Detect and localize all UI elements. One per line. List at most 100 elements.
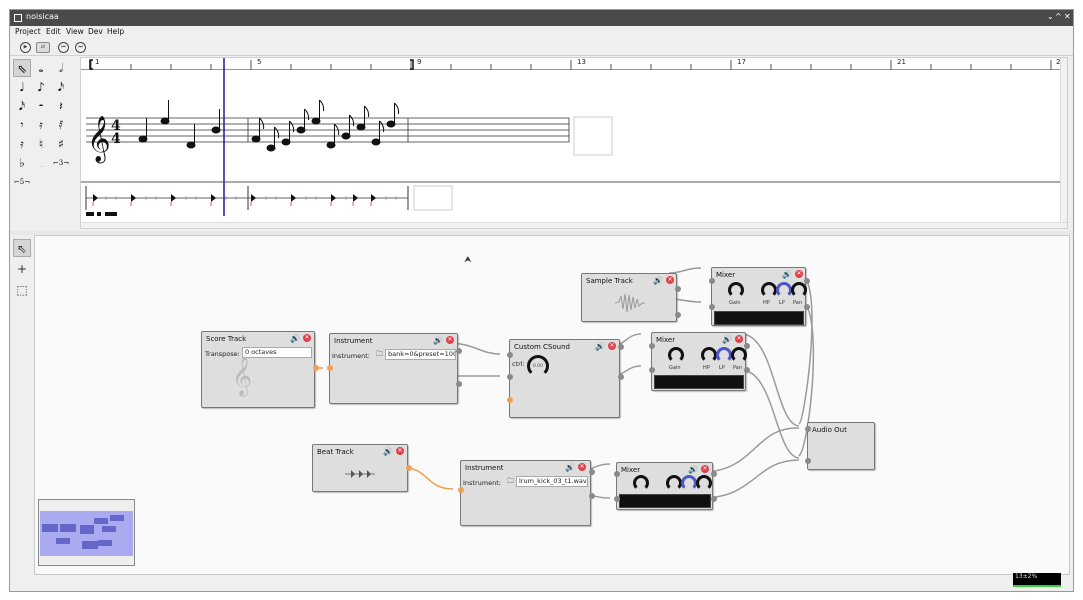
output-port[interactable] — [589, 493, 595, 499]
close-icon[interactable]: ✕ — [446, 336, 454, 344]
input-port[interactable] — [709, 278, 715, 284]
half-rest-tool[interactable]: 𝄽 — [52, 97, 70, 115]
ctrl-knob[interactable]: 0.00 — [527, 355, 549, 377]
whole-note-tool[interactable]: 𝅝 — [32, 59, 50, 77]
gain-knob[interactable] — [728, 282, 744, 298]
node-audio-out[interactable]: Audio Out — [805, 422, 875, 470]
menu-dev[interactable]: Dev — [88, 27, 103, 36]
speaker-icon[interactable]: 🔊 — [290, 334, 300, 343]
input-port[interactable] — [614, 471, 620, 477]
flat-tool[interactable]: ♭ — [13, 154, 31, 172]
folder-icon[interactable]: 🗀 — [376, 350, 383, 361]
gain-knob[interactable] — [668, 347, 684, 363]
close-icon[interactable]: ✕ — [396, 447, 404, 455]
node-mixer-bottom[interactable]: Mixer 🔊 ✕ — [614, 462, 717, 510]
output-port[interactable] — [456, 381, 462, 387]
menu-help[interactable]: Help — [107, 27, 124, 36]
folder-icon[interactable]: 🗀 — [507, 477, 514, 488]
close-icon[interactable]: ✕ — [701, 465, 709, 473]
track-editor[interactable]: 1 5 9 13 17 21 25 𝄞 4 4 — [80, 57, 1068, 229]
quarter-note-tool[interactable]: ♩ — [13, 78, 31, 96]
speaker-icon[interactable]: 🔊 — [565, 463, 575, 472]
close-window-icon[interactable]: ✕ — [1064, 12, 1071, 21]
sixteenth-note-tool[interactable]: 𝅘𝅥𝅯 — [52, 78, 70, 96]
close-icon[interactable]: ✕ — [666, 276, 674, 284]
output-port[interactable] — [675, 286, 681, 292]
eighth-rest-tool[interactable]: 𝄿 — [32, 116, 50, 134]
speaker-icon[interactable]: 🔊 — [653, 276, 663, 285]
move-to-end-button[interactable]: ⏭ — [75, 42, 86, 53]
quarter-rest-tool[interactable]: 𝄾 — [13, 116, 31, 134]
transpose-input[interactable]: 0 octaves — [242, 347, 312, 358]
menu-edit[interactable]: Edit — [46, 27, 61, 36]
pointer-tool[interactable]: ⇖ — [13, 59, 31, 77]
input-port[interactable] — [709, 304, 715, 310]
menu-project[interactable]: Project — [15, 27, 41, 36]
output-port[interactable] — [744, 367, 750, 373]
input-port[interactable] — [614, 496, 620, 502]
node-instrument-2[interactable]: Instrument 🔊 ✕ Instrument: 🗀 lrum_kick_0… — [458, 460, 595, 526]
output-port[interactable] — [406, 465, 412, 471]
graph-box-select-tool[interactable]: ⬚ — [13, 281, 31, 299]
close-icon[interactable]: ✕ — [608, 342, 616, 350]
sixteenth-rest-tool[interactable]: 𝅀 — [52, 116, 70, 134]
lp-knob[interactable] — [776, 282, 792, 298]
node-custom-csound[interactable]: Custom CSound 🔊 ✕ ctrl: 0.00 — [507, 339, 624, 418]
node-mixer-mid[interactable]: Mixer 🔊 ✕ Gain HP LP Pan — [649, 332, 750, 391]
graph-minimap[interactable] — [38, 499, 135, 566]
output-port[interactable] — [711, 471, 717, 477]
input-port[interactable] — [649, 367, 655, 373]
output-port[interactable] — [804, 304, 810, 310]
minimap-viewport[interactable] — [40, 511, 133, 556]
close-icon[interactable]: ✕ — [735, 335, 743, 343]
minimize-icon[interactable]: ⌄ — [1047, 12, 1054, 21]
whole-rest-tool[interactable]: 𝄼 — [32, 97, 50, 115]
beat-track-lane[interactable] — [81, 182, 1061, 222]
graph-select-tool[interactable]: ⇖ — [13, 239, 31, 257]
output-port[interactable] — [804, 278, 810, 284]
speaker-icon[interactable]: 🔊 — [383, 447, 393, 456]
move-to-start-button[interactable]: ⏮ — [58, 42, 69, 53]
speaker-icon[interactable]: 🔊 — [433, 336, 443, 345]
close-icon[interactable]: ✕ — [303, 334, 311, 342]
input-port[interactable] — [805, 426, 811, 432]
editor-horizontal-scrollbar[interactable] — [81, 222, 1067, 228]
node-instrument-1[interactable]: Instrument 🔊 ✕ Instrument: 🗀 bank=0&pres… — [327, 333, 462, 404]
hp-knob[interactable] — [761, 282, 777, 298]
lp-knob[interactable] — [716, 347, 732, 363]
speaker-icon[interactable]: 🔊 — [688, 465, 698, 474]
close-icon[interactable]: ✕ — [795, 270, 803, 278]
input-port[interactable] — [805, 458, 811, 464]
natural-tool[interactable]: ♮ — [32, 135, 50, 153]
output-port[interactable] — [618, 344, 624, 350]
hp-knob[interactable] — [701, 347, 717, 363]
output-port[interactable] — [711, 496, 717, 502]
output-port[interactable] — [675, 312, 681, 318]
speaker-icon[interactable]: 🔊 — [722, 335, 732, 344]
pan-knob[interactable] — [791, 282, 807, 298]
speaker-icon[interactable]: 🔊 — [595, 342, 605, 351]
output-port[interactable] — [744, 343, 750, 349]
close-icon[interactable]: ✕ — [578, 463, 586, 471]
quintuplet-tool[interactable]: ⌐5¬ — [13, 173, 31, 191]
input-port[interactable] — [507, 374, 513, 380]
editor-vertical-scrollbar[interactable] — [1060, 58, 1067, 228]
menu-view[interactable]: View — [66, 27, 84, 36]
input-port[interactable] — [327, 365, 333, 371]
maximize-icon[interactable]: ^ — [1055, 12, 1062, 21]
thirtysecond-rest-tool[interactable]: 𝄿 — [13, 135, 31, 153]
instrument-input[interactable]: lrum_kick_03_t1.wav — [516, 476, 588, 487]
play-button[interactable]: ▶ — [20, 42, 31, 53]
sharp-tool[interactable]: ♯ — [52, 135, 70, 153]
output-port[interactable] — [589, 469, 595, 475]
hp-knob[interactable] — [666, 475, 682, 491]
lp-knob[interactable] — [681, 475, 697, 491]
node-beat-track[interactable]: Beat Track 🔊 ✕ — [312, 444, 412, 492]
output-port[interactable] — [456, 348, 462, 354]
gain-knob[interactable] — [633, 475, 649, 491]
eighth-note-tool[interactable]: ♪ — [32, 78, 50, 96]
loop-button[interactable]: ⇄ — [36, 42, 50, 53]
triplet-tool[interactable]: ⌐3¬ — [52, 154, 70, 172]
pan-knob[interactable] — [731, 347, 747, 363]
graph-add-node-tool[interactable]: + — [13, 260, 31, 278]
